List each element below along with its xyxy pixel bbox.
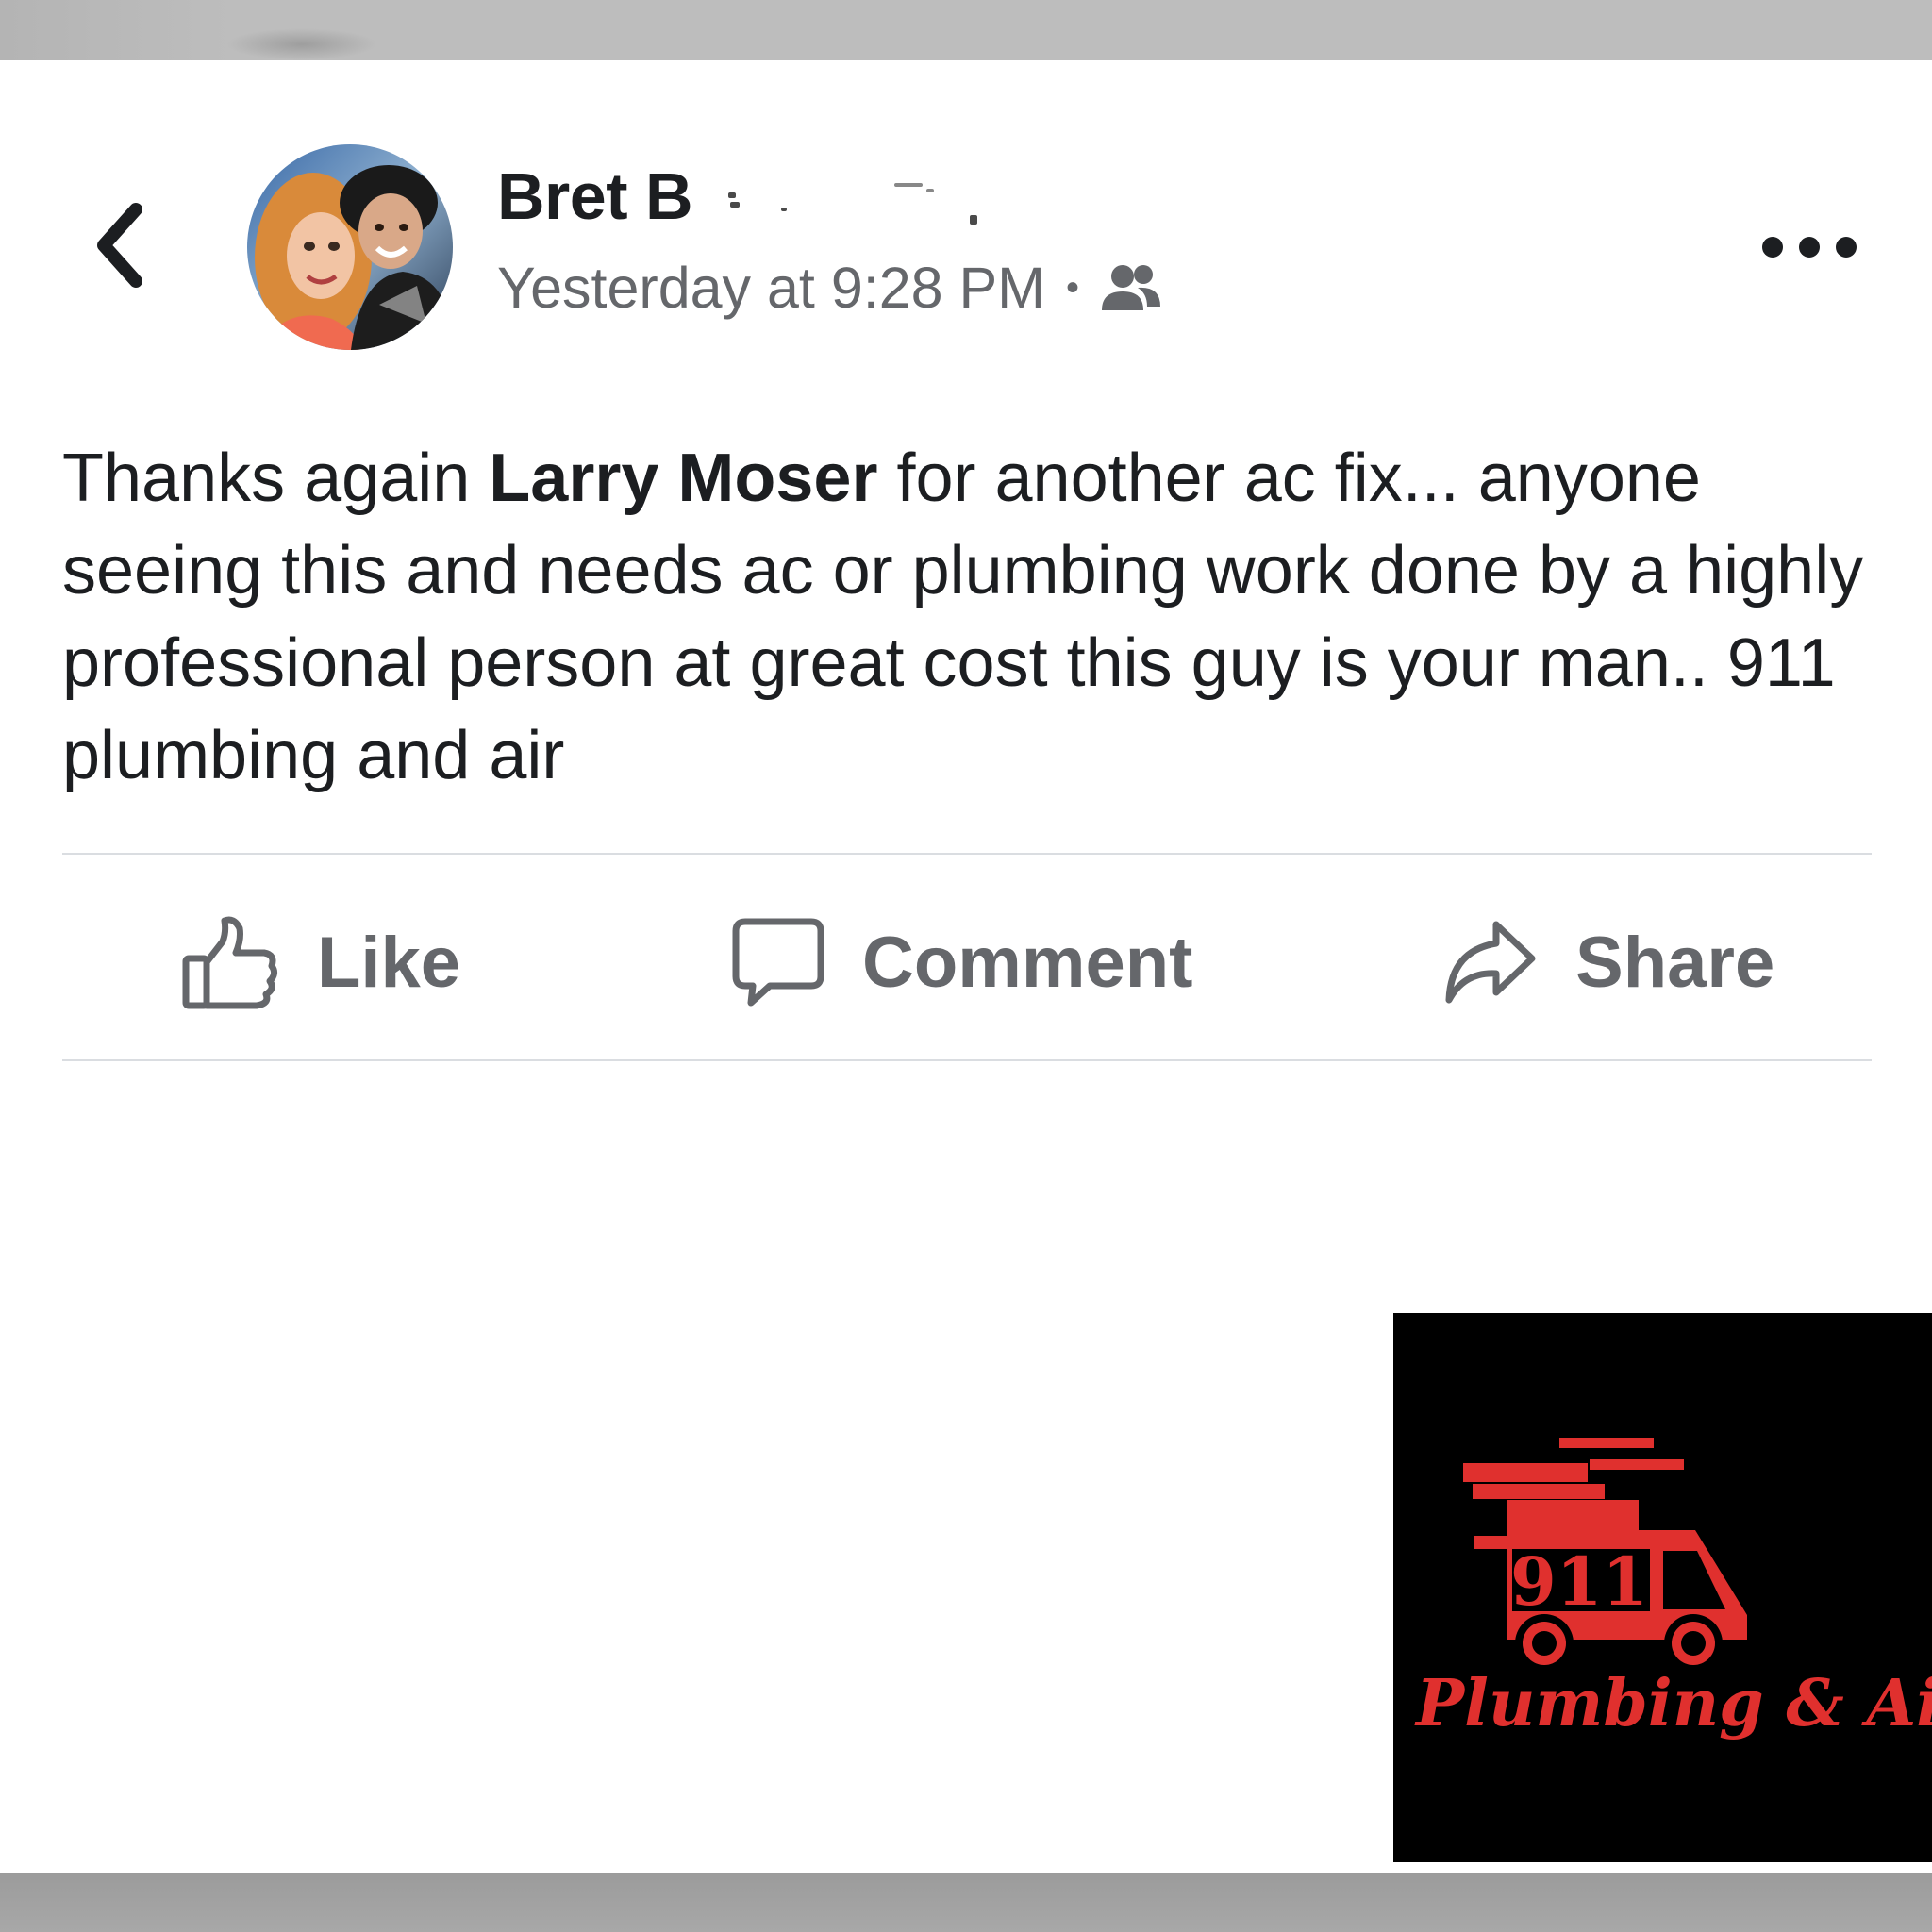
post-text: Thanks again Larry Moser for another ac … (62, 432, 1874, 802)
post-text-start: Thanks again (62, 441, 490, 516)
comment-button[interactable]: Comment (732, 901, 1192, 1024)
share-button[interactable]: Share (1443, 901, 1774, 1024)
business-logo: 911 Plumbing & Air (1393, 1313, 1932, 1862)
chevron-left-icon (97, 203, 142, 288)
logo-tagline: Plumbing & Air (1414, 1666, 1932, 1741)
van-logo-icon: 911 Plumbing & Air (1414, 1438, 1932, 1741)
more-dots-icon (1762, 237, 1783, 258)
more-options-button[interactable] (1762, 228, 1857, 266)
mention-link[interactable]: Larry Moser (489, 441, 877, 516)
divider-top (62, 853, 1872, 855)
like-label: Like (317, 922, 461, 1003)
screen-smudge (226, 28, 377, 60)
speech-bubble-icon (732, 918, 824, 1007)
author-name[interactable]: Bret B (497, 158, 693, 234)
logo-number: 911 (1510, 1542, 1648, 1621)
bottom-bar (0, 1873, 1932, 1932)
thumbs-up-icon (182, 916, 278, 1009)
top-bar (0, 0, 1932, 60)
share-arrow-icon (1445, 921, 1536, 1004)
friends-icon[interactable] (1100, 263, 1162, 312)
divider-bottom (62, 1059, 1872, 1061)
back-button[interactable] (83, 198, 158, 292)
share-label: Share (1575, 922, 1775, 1003)
avatar[interactable] (247, 144, 453, 350)
avatar-photo (247, 144, 453, 350)
redacted-surname (724, 179, 979, 226)
like-button[interactable]: Like (181, 901, 460, 1024)
comment-label: Comment (862, 922, 1193, 1003)
post-meta: Yesterday at 9:28 PM • (497, 255, 1162, 321)
post-timestamp[interactable]: Yesterday at 9:28 PM (497, 255, 1045, 321)
meta-separator: • (1066, 267, 1080, 308)
